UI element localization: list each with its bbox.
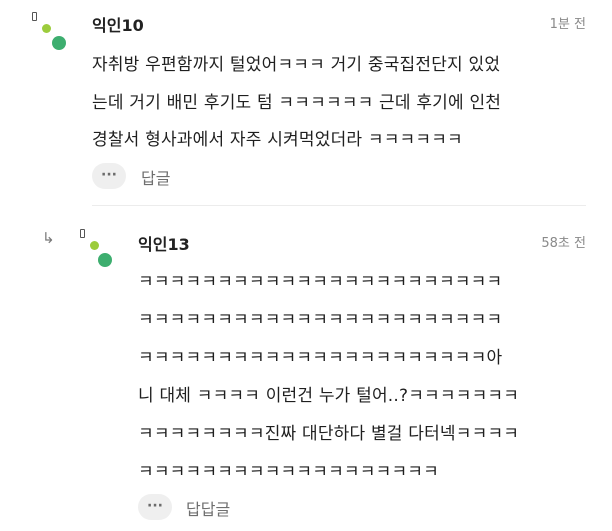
avatar-dot-icon — [42, 24, 51, 33]
more-options-button[interactable]: ··· — [138, 494, 172, 520]
reply-button[interactable]: 답글 — [141, 165, 170, 189]
comment-text-line: 니 대체 ㅋㅋㅋㅋ 이런건 누가 털어..?ㅋㅋㅋㅋㅋㅋㅋ — [138, 386, 520, 406]
avatar-dot-icon — [90, 241, 99, 250]
comment-text-line: 경찰서 형사과에서 자주 시켜먹었더라 ㅋㅋㅋㅋㅋㅋ — [92, 130, 463, 150]
avatar-dot-icon — [52, 36, 66, 50]
reply-arrow-icon: ↳ — [42, 229, 55, 247]
reply-comment-item: ↳ 익인13 58초 전 ㅋㅋㅋㅋㅋㅋㅋㅋㅋㅋㅋㅋㅋㅋㅋㅋㅋㅋㅋㅋㅋㅋㅋ ㅋㅋㅋ… — [0, 205, 612, 531]
avatar[interactable] — [30, 12, 66, 50]
avatar-badge-icon — [80, 229, 85, 238]
comment-author[interactable]: 익인10 — [92, 12, 144, 36]
comment-author[interactable]: 익인13 — [138, 231, 190, 255]
comment-text-line: ㅋㅋㅋㅋㅋㅋㅋㅋㅋㅋㅋㅋㅋㅋㅋㅋㅋㅋㅋㅋㅋㅋㅋ — [138, 272, 503, 292]
more-options-button[interactable]: ··· — [92, 163, 126, 189]
comment-text-line: ㅋㅋㅋㅋㅋㅋㅋㅋㅋㅋㅋㅋㅋㅋㅋㅋㅋㅋㅋㅋㅋㅋ아 — [138, 348, 503, 368]
comment-time: 1분 전 — [549, 17, 586, 32]
comment-item: 익인10 1분 전 자취방 우편함까지 털었어ㅋㅋㅋ 거기 중국집전단지 있었 … — [0, 0, 612, 205]
reply-button[interactable]: 답답글 — [186, 496, 230, 520]
avatar[interactable] — [78, 229, 112, 267]
comment-text-line: ㅋㅋㅋㅋㅋㅋㅋㅋㅋㅋㅋㅋㅋㅋㅋㅋㅋㅋㅋ — [138, 462, 439, 482]
comment-text-line: ㅋㅋㅋㅋㅋㅋㅋㅋ진짜 대단하다 별걸 다터넥ㅋㅋㅋㅋ — [138, 424, 520, 444]
comment-text-line: 자취방 우편함까지 털었어ㅋㅋㅋ 거기 중국집전단지 있었 — [92, 55, 501, 75]
avatar-dot-icon — [98, 253, 112, 267]
avatar-badge-icon — [32, 12, 37, 21]
comment-text-line: ㅋㅋㅋㅋㅋㅋㅋㅋㅋㅋㅋㅋㅋㅋㅋㅋㅋㅋㅋㅋㅋㅋㅋ — [138, 310, 503, 330]
comment-text-line: 는데 거기 배민 후기도 텀 ㅋㅋㅋㅋㅋㅋ 근데 후기에 인천 — [92, 93, 502, 113]
comment-time: 58초 전 — [541, 236, 586, 251]
